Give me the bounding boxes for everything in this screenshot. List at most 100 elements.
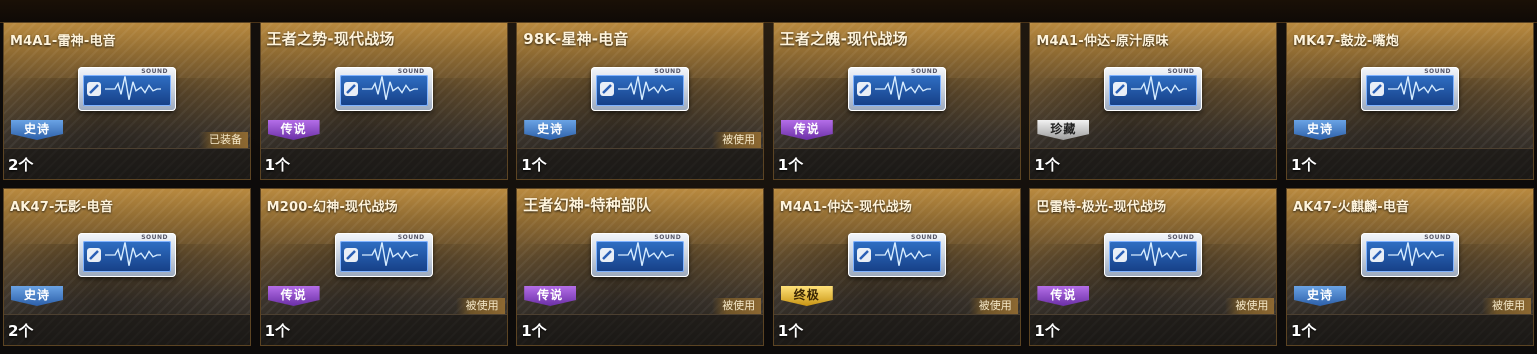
panel-top-bar (0, 0, 1537, 23)
card-title: AK47-无影-电音 (10, 200, 114, 215)
rarity-badge: 珍藏 (1037, 120, 1090, 140)
item-count: 1个 (521, 156, 547, 174)
card-title: M4A1-仲达-现代战场 (779, 200, 913, 215)
voice-pack-card[interactable]: M4A1-雷神-电音 SOUND 史诗已装备 2个 (3, 22, 251, 180)
item-count: 1个 (1291, 322, 1317, 340)
item-count: 1个 (521, 322, 547, 340)
equip-status-label: 被使用 (968, 298, 1018, 314)
equip-status-label: 被使用 (1482, 298, 1531, 314)
card-title: 王者之势-现代战场 (266, 30, 395, 48)
sound-wave-card-icon: SOUND (78, 233, 176, 277)
sound-card-screen (852, 75, 941, 106)
equip-status-label: 被使用 (712, 298, 762, 314)
sound-card-label: SOUND (911, 68, 938, 75)
card-title: 98K-星神-电音 (523, 30, 629, 48)
item-count: 1个 (1034, 322, 1060, 340)
voice-pack-grid: M4A1-雷神-电音 SOUND 史诗 已装备 2个 王者之势-现代战场 SOUND 传说 1个… (3, 22, 1534, 352)
sound-card-screen (852, 241, 941, 272)
sound-wave-card-icon: SOUND (334, 67, 433, 111)
rarity-badge: 史诗 (11, 120, 63, 140)
voice-pack-card[interactable]: 王者之魄-现代战场 SOUND 传说 1个 (772, 22, 1021, 180)
count-bar: 1个 (773, 314, 1020, 345)
card-title: M4A1-仲达-原汁原味 (1036, 34, 1169, 49)
item-count: 2个 (8, 322, 34, 340)
sound-card-screen (1366, 241, 1454, 272)
sound-card-label: SOUND (1424, 234, 1451, 241)
rarity-badge: 终极 (780, 286, 833, 306)
sound-card-label: SOUND (654, 68, 682, 75)
sound-card-label: SOUND (1167, 68, 1195, 75)
count-bar: 1个 (260, 314, 507, 345)
item-count: 1个 (1291, 156, 1317, 174)
sound-wave-card-icon: SOUND (847, 67, 946, 111)
item-count: 1个 (777, 156, 804, 174)
sound-card-screen (339, 75, 428, 106)
count-bar: 1个 (1287, 148, 1533, 179)
card-title: MK47-鼓龙-嘴炮 (1293, 34, 1399, 49)
sound-card-screen (83, 241, 171, 272)
sound-card-label: SOUND (397, 234, 425, 241)
item-count: 2个 (8, 156, 34, 174)
count-bar: 1个 (517, 314, 764, 345)
sound-card-label: SOUND (397, 68, 425, 75)
rarity-badge: 史诗 (1294, 286, 1346, 306)
card-title: M4A1-雷神-电音 (10, 34, 116, 49)
sound-card-label: SOUND (1167, 234, 1195, 241)
count-bar: 1个 (1030, 148, 1277, 179)
item-count: 1个 (777, 322, 804, 340)
voice-pack-card[interactable]: MK47-鼓龙-嘴炮 SOUND 史诗 1个 (1286, 22, 1534, 180)
sound-wave-card-icon: SOUND (334, 233, 433, 277)
sound-card-screen (339, 241, 428, 272)
voice-pack-card[interactable]: M4A1-仲达-现代战场 SOUND 终极被使用 1个 (772, 188, 1021, 346)
card-title: M200-幻神-现代战场 (266, 200, 398, 215)
item-count: 1个 (1034, 156, 1060, 174)
equip-status-label: 已装备 (199, 132, 248, 148)
item-count: 1个 (264, 156, 291, 174)
count-bar: 1个 (517, 148, 764, 179)
voice-pack-card[interactable]: 巴雷特-极光-现代战场 SOUND 传说 被使用 1个 (1029, 188, 1278, 346)
sound-wave-card-icon: SOUND (1361, 233, 1459, 277)
rarity-badge: 传说 (524, 286, 577, 306)
sound-wave-card-icon: SOUND (1104, 67, 1203, 111)
voice-pack-card[interactable]: AK47-火麒麟-电音 SOUND 史诗被使用 1个 (1286, 188, 1534, 346)
rarity-badge: 史诗 (524, 120, 577, 140)
rarity-badge: 史诗 (1294, 120, 1346, 140)
sound-wave-card-icon: SOUND (1361, 67, 1459, 111)
card-title: AK47-火麒麟-电音 (1293, 200, 1410, 215)
count-bar: 1个 (773, 148, 1020, 179)
voice-pack-card[interactable]: M4A1-仲达-原汁原味 SOUND 珍藏 1个 (1029, 22, 1278, 180)
count-bar: 2个 (4, 148, 250, 179)
voice-pack-card[interactable]: 王者幻神-特种部队 SOUND 传说被使用 1个 (516, 188, 765, 346)
sound-card-screen (1109, 241, 1198, 272)
rarity-badge: 史诗 (11, 286, 63, 306)
sound-wave-card-icon: SOUND (1104, 233, 1203, 277)
count-bar: 1个 (1030, 314, 1277, 345)
equip-status-label: 被使用 (455, 298, 505, 314)
card-title: 巴雷特-极光-现代战场 (1036, 200, 1167, 215)
equip-status-label: 被使用 (712, 132, 762, 148)
item-count: 1个 (264, 322, 291, 340)
sound-card-screen (1109, 75, 1198, 106)
sound-card-screen (1366, 75, 1454, 106)
voice-pack-card[interactable]: 98K-星神-电音 SOUND 史诗被使用 1个 (516, 22, 765, 180)
sound-wave-card-icon: SOUND (591, 233, 690, 277)
count-bar: 2个 (4, 314, 250, 345)
voice-pack-card[interactable]: 王者之势-现代战场 SOUND 传说 1个 (259, 22, 508, 180)
sound-wave-card-icon: SOUND (847, 233, 946, 277)
sound-card-screen (596, 241, 685, 272)
voice-pack-card[interactable]: AK47-无影-电音 SOUND 史诗 2个 (3, 188, 251, 346)
sound-card-label: SOUND (141, 234, 168, 241)
card-title: 王者之魄-现代战场 (779, 30, 908, 48)
count-bar: 1个 (260, 148, 507, 179)
rarity-badge: 传说 (267, 120, 320, 140)
count-bar: 1个 (1287, 314, 1533, 345)
rarity-badge: 传说 (1037, 286, 1090, 306)
card-title: 王者幻神-特种部队 (523, 196, 652, 214)
inventory-panel: M4A1-雷神-电音 SOUND 史诗 已装备 2个 王者之势-现代战场 SOUND 传说 1个… (0, 0, 1537, 354)
sound-card-label: SOUND (141, 68, 168, 75)
voice-pack-card[interactable]: M200-幻神-现代战场 SOUND 传说被使用 1个 (259, 188, 508, 346)
sound-card-screen (83, 75, 171, 106)
sound-card-label: SOUND (1424, 68, 1451, 75)
rarity-badge: 传说 (267, 286, 320, 306)
sound-card-screen (596, 75, 685, 106)
